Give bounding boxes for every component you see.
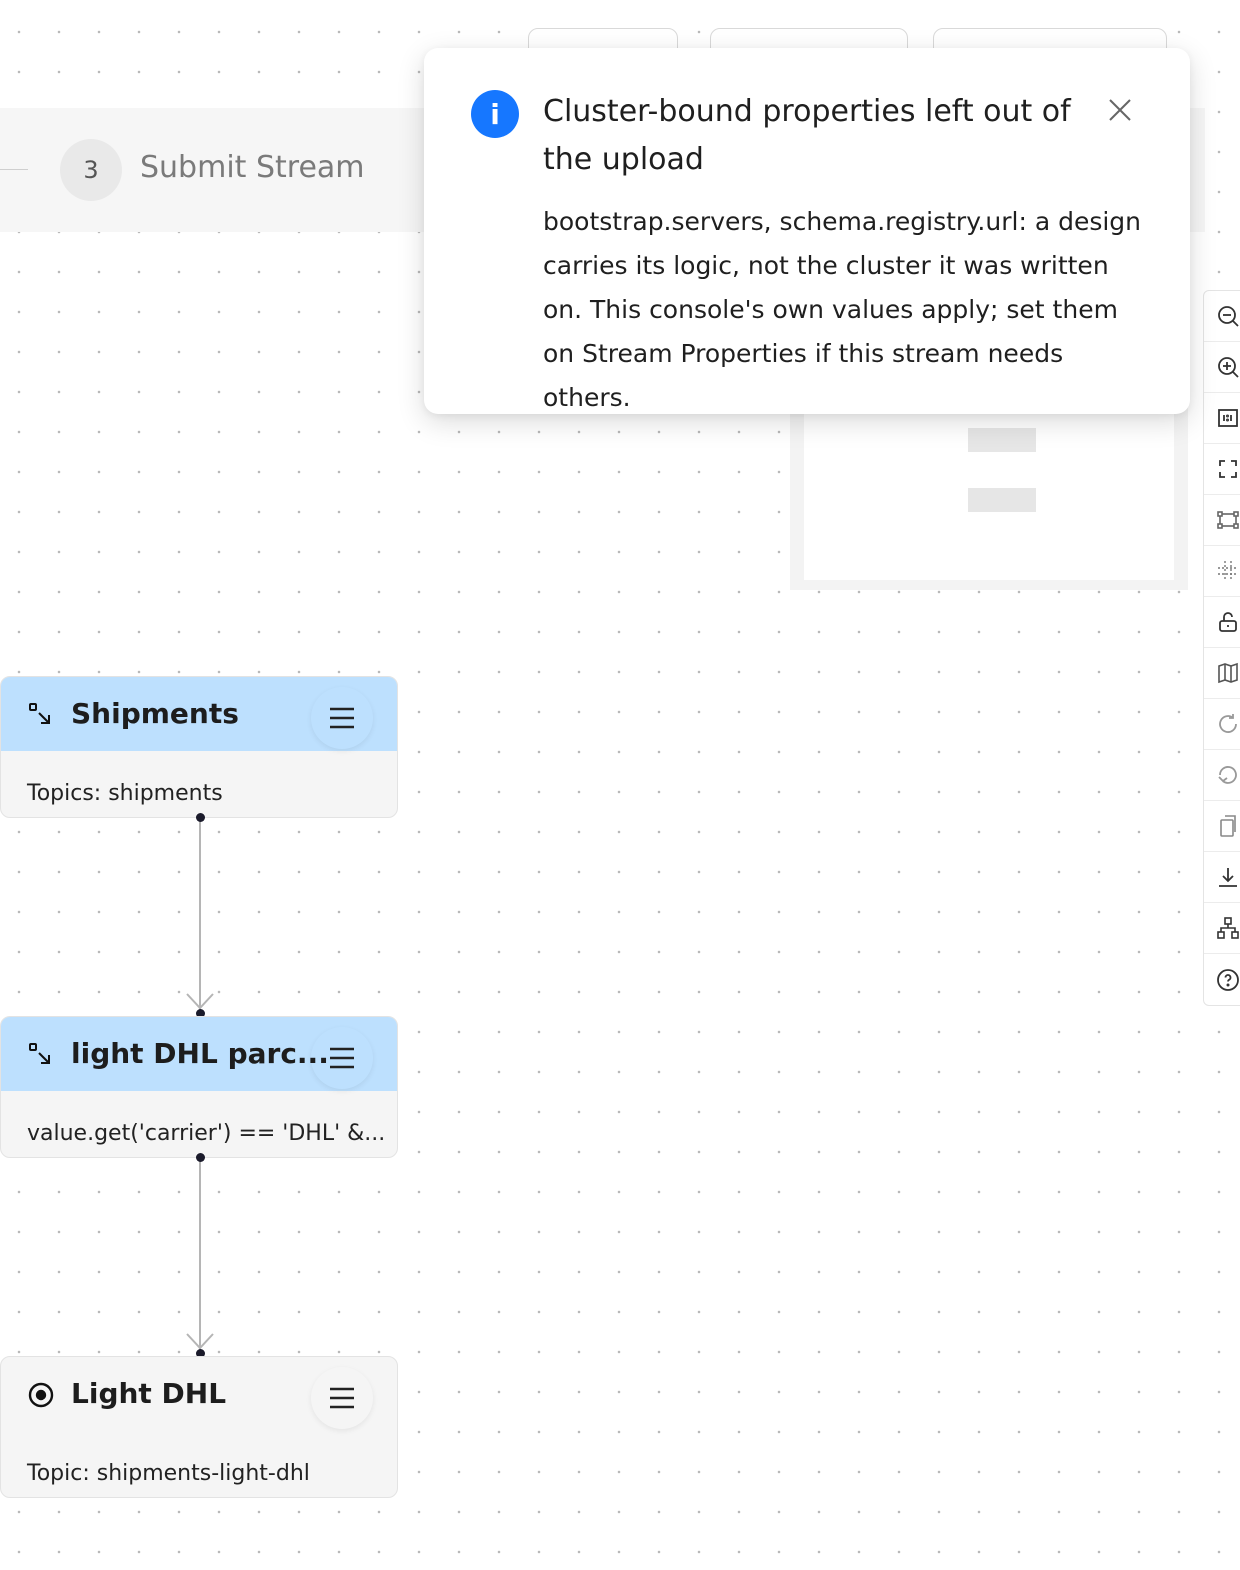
node-menu-button[interactable] [311, 1367, 373, 1429]
filter-stream-icon [29, 1043, 50, 1064]
minimap-button[interactable] [1204, 648, 1240, 699]
edge-shipments-to-filter[interactable] [180, 818, 220, 1018]
sink-target-icon [28, 1382, 54, 1408]
info-icon: i [471, 90, 519, 138]
lock-icon [1219, 612, 1237, 632]
node-menu-button[interactable] [311, 687, 373, 749]
zoom-out-icon [1218, 306, 1239, 327]
actual-size-button[interactable] [1204, 393, 1240, 444]
node-description: value.get('carrier') == 'DHL' &... [27, 1121, 386, 1146]
edge-filter-to-sink[interactable] [180, 1158, 220, 1358]
node-menu-button[interactable] [311, 1027, 373, 1089]
auto-layout-icon [1217, 917, 1239, 939]
copy-icon [1220, 815, 1236, 837]
download-button[interactable] [1204, 852, 1240, 903]
node-title: Light DHL [71, 1377, 227, 1410]
node-header[interactable]: Light DHL [1, 1357, 397, 1431]
placeholder-bar [968, 488, 1036, 512]
step-number[interactable]: 3 [60, 139, 122, 201]
grid-snap-button[interactable] [1204, 546, 1240, 597]
step-label[interactable]: Submit Stream [140, 150, 365, 185]
steps-connector [0, 169, 28, 170]
zoom-out-button[interactable] [1204, 291, 1240, 342]
node-sink-light-dhl[interactable]: Light DHL Topic: shipments-light-dhl [0, 1356, 398, 1498]
zoom-in-icon [1218, 357, 1239, 378]
node-description: Topic: shipments-light-dhl [27, 1461, 310, 1486]
node-description: Topics: shipments [27, 781, 223, 806]
hamburger-menu-icon [330, 707, 354, 729]
notification-close-button[interactable] [1104, 94, 1136, 126]
select-area-button[interactable] [1204, 495, 1240, 546]
actual-size-icon [1218, 409, 1238, 427]
select-area-icon [1217, 511, 1239, 529]
help-icon [1217, 968, 1239, 991]
notification-title: Cluster-bound properties left out of the… [543, 94, 1071, 177]
placeholder-bar [968, 428, 1036, 452]
info-notification: i Cluster-bound properties left out of t… [424, 48, 1190, 414]
node-title: Shipments [71, 697, 239, 730]
node-header[interactable]: light DHL parc... [1, 1017, 397, 1091]
node-source-shipments[interactable]: Shipments Topics: shipments [0, 676, 398, 818]
undo-button[interactable] [1204, 699, 1240, 750]
fit-view-icon [1219, 460, 1237, 478]
copy-button[interactable] [1204, 801, 1240, 852]
source-stream-icon [29, 703, 50, 724]
hamburger-menu-icon [330, 1047, 354, 1069]
node-title: light DHL parc... [71, 1037, 329, 1070]
lock-button[interactable] [1204, 597, 1240, 648]
hamburger-menu-icon [330, 1387, 354, 1409]
close-icon [1109, 99, 1131, 121]
minimap-icon [1218, 662, 1238, 684]
node-header[interactable]: Shipments [1, 677, 397, 751]
node-output-handle[interactable] [196, 1153, 205, 1162]
grid-snap-icon [1218, 561, 1238, 581]
undo-icon [1219, 714, 1237, 733]
node-output-handle[interactable] [196, 813, 205, 822]
node-filter-light-dhl[interactable]: light DHL parc... value.get('carrier') =… [0, 1016, 398, 1158]
auto-layout-button[interactable] [1204, 903, 1240, 954]
notification-body: bootstrap.servers, schema.registry.url: … [543, 207, 1142, 412]
help-button[interactable] [1204, 954, 1240, 1005]
fit-view-button[interactable] [1204, 444, 1240, 495]
redo-icon [1218, 766, 1237, 784]
zoom-in-button[interactable] [1204, 342, 1240, 393]
download-icon [1219, 868, 1237, 887]
redo-button[interactable] [1204, 750, 1240, 801]
canvas-tool-rail [1203, 290, 1240, 1006]
